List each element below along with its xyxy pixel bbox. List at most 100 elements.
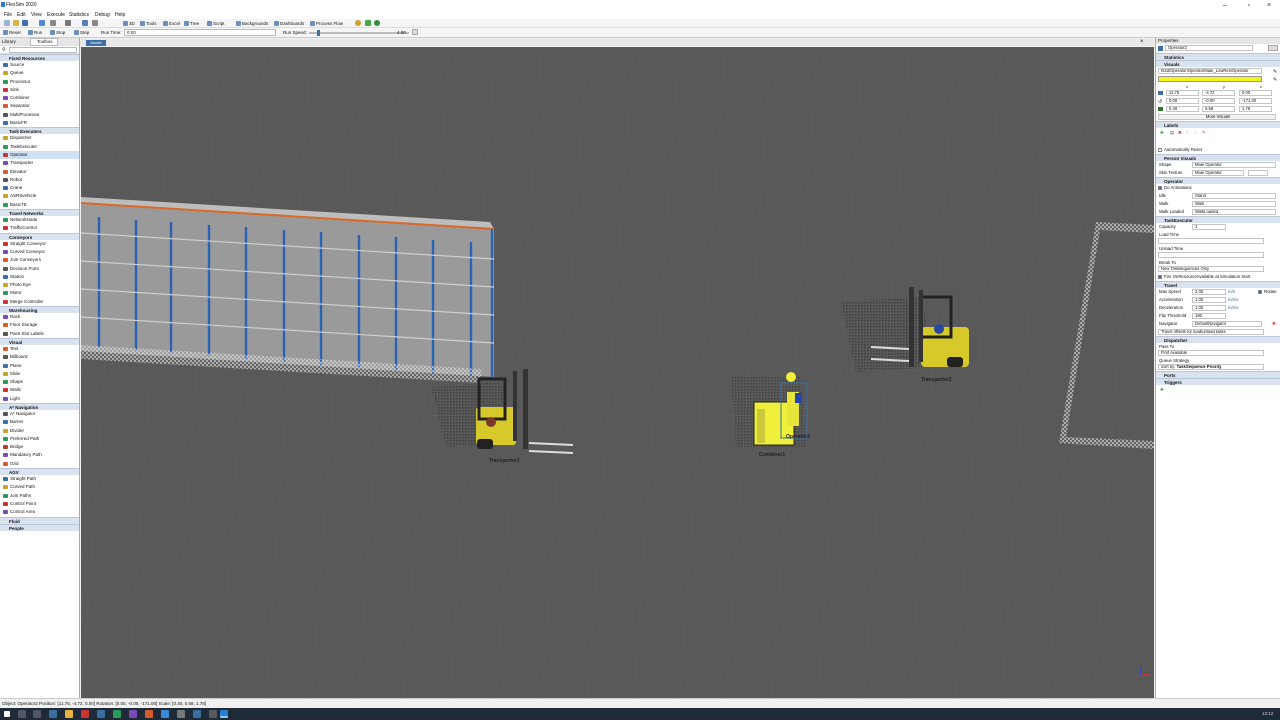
step-button[interactable]: Step	[74, 29, 89, 36]
module-icon[interactable]	[365, 20, 371, 26]
library-item[interactable]: Decision Point	[0, 265, 79, 273]
library-group-2[interactable]: Travel Networks	[0, 209, 79, 217]
tab-library[interactable]: Library	[2, 39, 16, 44]
position-x[interactable]: 11.75	[1166, 90, 1199, 96]
tree-button[interactable]: Tree	[184, 20, 199, 27]
section-ports[interactable]: Ports	[1156, 371, 1280, 378]
library-item[interactable]: Control Area	[0, 508, 79, 516]
tools-button[interactable]: Tools	[140, 20, 157, 27]
library-item[interactable]: Station	[0, 273, 79, 281]
save-icon[interactable]	[22, 20, 28, 26]
skin-select[interactable]: Male Operator	[1192, 170, 1244, 176]
add-trigger-icon[interactable]: ✚	[1160, 386, 1164, 394]
unload-time-input[interactable]	[1158, 252, 1264, 258]
section-triggers[interactable]: Triggers	[1156, 378, 1280, 385]
search-icon[interactable]	[18, 710, 26, 718]
app-icon-9[interactable]	[209, 710, 217, 718]
do-animations-checkbox[interactable]	[1158, 186, 1162, 190]
library-group-3[interactable]: Conveyors	[0, 232, 79, 240]
app-icon-6[interactable]	[161, 710, 169, 718]
shape-path-input[interactable]: fs3d\Operator\OperatorMale_LowRes\Operat…	[1158, 68, 1262, 74]
app-icon-1[interactable]	[81, 710, 89, 718]
new-object-icon[interactable]	[82, 20, 88, 26]
library-item[interactable]: Straight Conveyor	[0, 240, 79, 248]
break-to-select[interactable]: New Tasksequences Only	[1158, 266, 1264, 272]
rotation-y[interactable]: -0.00	[1202, 98, 1235, 104]
app-icon-2[interactable]	[97, 710, 105, 718]
accel-input[interactable]: 1.00	[1192, 297, 1226, 303]
task-view-icon[interactable]	[33, 710, 41, 718]
idle-select[interactable]: Stand	[1192, 193, 1276, 199]
menu-help[interactable]: Help	[115, 12, 125, 18]
library-item[interactable]: Text	[0, 345, 79, 353]
edge-icon[interactable]	[49, 710, 57, 718]
library-item[interactable]: Slide	[0, 370, 79, 378]
library-group-5[interactable]: Visual	[0, 337, 79, 345]
position-z[interactable]: 0.00	[1239, 90, 1272, 96]
view-3d-button[interactable]: 3D	[123, 20, 135, 27]
rotate-checkbox[interactable]	[1258, 290, 1262, 294]
library-item[interactable]: Paint Slot Labels	[0, 330, 79, 338]
library-item[interactable]: Combiner	[0, 94, 79, 102]
menu-view[interactable]: View	[31, 12, 42, 18]
pass-to-select[interactable]: First Available	[1158, 350, 1264, 356]
flexsim-taskbar-icon[interactable]	[220, 710, 228, 718]
menu-statistics[interactable]: Statistics	[69, 12, 89, 18]
labels-table[interactable]	[1156, 136, 1280, 146]
model-3d-view[interactable]: Transporter1 Operator2 Combiner1 Transpo…	[81, 47, 1154, 698]
more-visuals-button[interactable]: More Visuals	[1158, 114, 1276, 120]
library-group-4[interactable]: Warehousing	[0, 306, 79, 314]
library-item[interactable]: Transporter	[0, 159, 79, 167]
fire-on-resource-checkbox[interactable]	[1158, 275, 1162, 279]
library-item[interactable]: Join Conveyors	[0, 256, 79, 264]
rotation-z[interactable]: -171.00	[1239, 98, 1272, 104]
minimize-icon[interactable]: –	[1214, 1, 1236, 10]
edit-icon[interactable]	[92, 20, 98, 26]
library-item[interactable]: Photo Eye	[0, 281, 79, 289]
library-item[interactable]: Motor	[0, 289, 79, 297]
library-group-7[interactable]: AGV	[0, 468, 79, 476]
library-group-9[interactable]: People	[0, 523, 79, 531]
connect-mode-icon[interactable]	[50, 20, 56, 26]
run-button[interactable]: Run	[28, 29, 42, 36]
walk-select[interactable]: Walk	[1192, 201, 1276, 207]
scale-x[interactable]: 0.40	[1166, 106, 1199, 112]
library-group-6[interactable]: A* Navigation	[0, 402, 79, 410]
library-item[interactable]: Merge Controller	[0, 298, 79, 306]
load-time-input[interactable]	[1158, 238, 1264, 244]
rotation-x[interactable]: 0.00	[1166, 98, 1199, 104]
travel-offsets-select[interactable]: Travel offsets for load/unload tasks	[1158, 329, 1264, 335]
library-item[interactable]: Divider	[0, 427, 79, 435]
library-item[interactable]: Robot	[0, 176, 79, 184]
queue-strategy-select[interactable]: Sort by: TaskSequence Priority	[1158, 364, 1264, 370]
library-item[interactable]: Control Point	[0, 500, 79, 508]
section-visuals[interactable]: Visuals	[1156, 60, 1280, 67]
library-item[interactable]: Queue	[0, 69, 79, 77]
close-window-icon[interactable]: ×	[1258, 1, 1280, 10]
explorer-icon[interactable]	[65, 710, 73, 718]
help-icon[interactable]	[374, 20, 380, 26]
new-model-icon[interactable]	[4, 20, 10, 26]
library-item[interactable]: Rack	[0, 313, 79, 321]
library-item[interactable]: BasicFR	[0, 119, 79, 127]
app-icon-3[interactable]	[113, 710, 121, 718]
open-icon[interactable]	[13, 20, 19, 26]
settings-icon[interactable]	[355, 20, 361, 26]
library-item[interactable]: Elevator	[0, 168, 79, 176]
navigator-clear-icon[interactable]: ✖	[1272, 320, 1276, 328]
disconnect-mode-icon[interactable]	[65, 20, 71, 26]
menu-edit[interactable]: Edit	[17, 12, 26, 18]
app-icon-8[interactable]	[193, 710, 201, 718]
auto-reset-checkbox[interactable]	[1158, 148, 1162, 152]
library-item[interactable]: NetworkNode	[0, 216, 79, 224]
library-item[interactable]: Floor Storage	[0, 321, 79, 329]
scale-z[interactable]: 1.78	[1239, 106, 1272, 112]
library-item[interactable]: Preferred Path	[0, 435, 79, 443]
library-item[interactable]: Processor	[0, 78, 79, 86]
section-operator[interactable]: Operator	[1156, 177, 1280, 184]
select-mode-icon[interactable]	[39, 20, 45, 26]
library-item[interactable]: Join Paths	[0, 492, 79, 500]
library-item[interactable]: Straight Path	[0, 475, 79, 483]
walkloaded-select[interactable]: WalkLoaded	[1192, 209, 1276, 215]
decel-input[interactable]: 1.00	[1192, 305, 1226, 311]
